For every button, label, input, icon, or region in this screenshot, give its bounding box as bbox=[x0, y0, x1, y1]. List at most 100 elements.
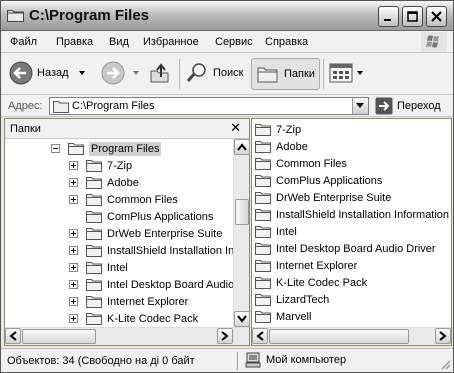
tree-item[interactable]: Intel bbox=[69, 259, 128, 276]
chevron-down-icon[interactable] bbox=[355, 68, 365, 78]
list-item[interactable]: Intel Desktop Board Audio Driver bbox=[255, 240, 436, 257]
chevron-right-icon bbox=[439, 331, 447, 341]
menu-edit[interactable]: Правка bbox=[56, 36, 93, 48]
toolbar-separator bbox=[179, 59, 180, 89]
list-item[interactable]: Intel bbox=[255, 223, 297, 240]
search-button[interactable]: Поиск bbox=[185, 61, 243, 85]
scroll-left-button[interactable] bbox=[5, 328, 21, 344]
tree-item-label: K-Lite Codec Pack bbox=[107, 312, 199, 325]
file-name: Marvell bbox=[276, 310, 312, 323]
folder-icon bbox=[255, 277, 271, 289]
tree-item[interactable]: Program Files bbox=[51, 140, 162, 157]
expand-toggle-icon[interactable] bbox=[69, 229, 78, 238]
tree-item[interactable]: InstallShield Installation Inf bbox=[69, 242, 233, 259]
list-item[interactable]: DrWeb Enterprise Suite bbox=[255, 189, 391, 206]
tree-vertical-scrollbar[interactable] bbox=[233, 139, 250, 327]
chevron-down-icon bbox=[356, 103, 364, 108]
menu-help[interactable]: Справка bbox=[265, 36, 308, 48]
menu-favorites[interactable]: Избранное bbox=[143, 36, 199, 48]
tree-item[interactable]: ComPlus Applications bbox=[69, 208, 213, 225]
resize-grip-icon[interactable] bbox=[439, 358, 451, 370]
address-input[interactable]: C:\Program Files bbox=[49, 97, 369, 115]
views-button[interactable] bbox=[329, 63, 365, 83]
tree-item[interactable]: Adobe bbox=[69, 174, 139, 191]
folder-icon bbox=[7, 10, 24, 22]
menu-file[interactable]: Файл bbox=[10, 36, 37, 48]
tree-item[interactable]: Internet Explorer bbox=[69, 293, 188, 310]
scroll-right-button[interactable] bbox=[217, 328, 233, 344]
status-object-count: Объектов: 34 (Свободно на ді 0 байт bbox=[7, 355, 195, 367]
expand-toggle-icon[interactable] bbox=[69, 297, 78, 306]
file-name: Intel bbox=[276, 225, 297, 238]
tree-item[interactable]: Intel Desktop Board Audio bbox=[69, 276, 233, 293]
expand-toggle-icon[interactable] bbox=[69, 314, 78, 323]
go-button[interactable]: Переход bbox=[375, 97, 441, 115]
scroll-up-button[interactable] bbox=[234, 139, 250, 155]
forward-button[interactable] bbox=[101, 61, 141, 85]
views-icon bbox=[329, 63, 353, 83]
maximize-button[interactable] bbox=[402, 6, 423, 27]
folders-icon bbox=[257, 67, 278, 83]
list-item[interactable]: Marvell bbox=[255, 308, 311, 325]
status-divider bbox=[237, 352, 238, 370]
list-item[interactable]: LizardTech bbox=[255, 291, 329, 308]
list-item[interactable]: Internet Explorer bbox=[255, 257, 357, 274]
folder-icon bbox=[255, 226, 271, 238]
status-location: Мой компьютер bbox=[245, 352, 346, 368]
list-item[interactable]: Adobe bbox=[255, 138, 308, 155]
tree-horizontal-scrollbar[interactable] bbox=[5, 327, 249, 345]
tree-item[interactable]: DrWeb Enterprise Suite bbox=[69, 225, 222, 242]
list-item[interactable]: Common Files bbox=[255, 155, 347, 172]
folder-icon bbox=[255, 124, 271, 136]
go-label: Переход bbox=[397, 100, 441, 112]
folders-button[interactable]: Папки bbox=[251, 58, 320, 90]
scroll-down-button[interactable] bbox=[234, 311, 250, 327]
list-item[interactable]: K-Lite Codec Pack bbox=[255, 274, 367, 291]
scroll-thumb[interactable] bbox=[269, 329, 409, 344]
expand-toggle-icon[interactable] bbox=[69, 161, 78, 170]
forward-arrow-icon bbox=[101, 61, 125, 85]
back-button[interactable]: Назад bbox=[9, 61, 87, 85]
search-icon bbox=[186, 63, 206, 82]
menu-tools[interactable]: Сервис bbox=[215, 36, 253, 48]
scroll-left-button[interactable] bbox=[252, 328, 268, 344]
file-list-horizontal-scrollbar[interactable] bbox=[252, 327, 451, 345]
file-name: ComPlus Applications bbox=[276, 174, 383, 187]
list-item[interactable]: 7-Zip bbox=[255, 121, 301, 138]
folder-icon bbox=[86, 313, 102, 325]
folder-icon bbox=[86, 228, 102, 240]
folder-icon bbox=[86, 160, 102, 172]
close-pane-icon[interactable]: ✕ bbox=[230, 120, 241, 136]
window-title: C:\Program Files bbox=[29, 7, 150, 24]
folder-icon bbox=[86, 211, 102, 223]
folder-icon bbox=[255, 294, 271, 306]
scroll-thumb[interactable] bbox=[235, 199, 249, 225]
up-folder-button[interactable] bbox=[148, 61, 172, 85]
title-bar[interactable]: C:\Program Files bbox=[1, 1, 453, 31]
list-item[interactable]: ComPlus Applications bbox=[255, 172, 382, 189]
address-dropdown-button[interactable] bbox=[352, 98, 368, 114]
tree-item[interactable]: K-Lite Codec Pack bbox=[69, 310, 198, 327]
tree-item[interactable]: 7-Zip bbox=[69, 157, 132, 174]
expand-toggle-icon[interactable] bbox=[69, 195, 78, 204]
tree-item-label: ComPlus Applications bbox=[107, 210, 214, 223]
scroll-right-button[interactable] bbox=[435, 328, 451, 344]
tree-item-label: DrWeb Enterprise Suite bbox=[107, 227, 223, 240]
collapse-toggle-icon[interactable] bbox=[51, 144, 60, 153]
expand-toggle-icon[interactable] bbox=[69, 246, 78, 255]
expand-toggle-icon[interactable] bbox=[69, 263, 78, 272]
chevron-down-icon[interactable] bbox=[77, 68, 87, 78]
chevron-down-icon[interactable] bbox=[131, 68, 141, 78]
expand-toggle-icon[interactable] bbox=[69, 280, 78, 289]
my-computer-icon bbox=[245, 352, 261, 368]
close-button[interactable] bbox=[426, 6, 447, 27]
file-name: Adobe bbox=[276, 140, 308, 153]
folder-icon bbox=[86, 296, 102, 308]
expand-toggle-icon[interactable] bbox=[69, 178, 78, 187]
minimize-button[interactable] bbox=[378, 6, 399, 27]
scroll-thumb[interactable] bbox=[22, 329, 96, 344]
list-item[interactable]: InstallShield Installation Information bbox=[255, 206, 449, 223]
tree-item[interactable]: Common Files bbox=[69, 191, 178, 208]
folder-icon bbox=[53, 101, 69, 113]
menu-view[interactable]: Вид bbox=[109, 36, 129, 48]
